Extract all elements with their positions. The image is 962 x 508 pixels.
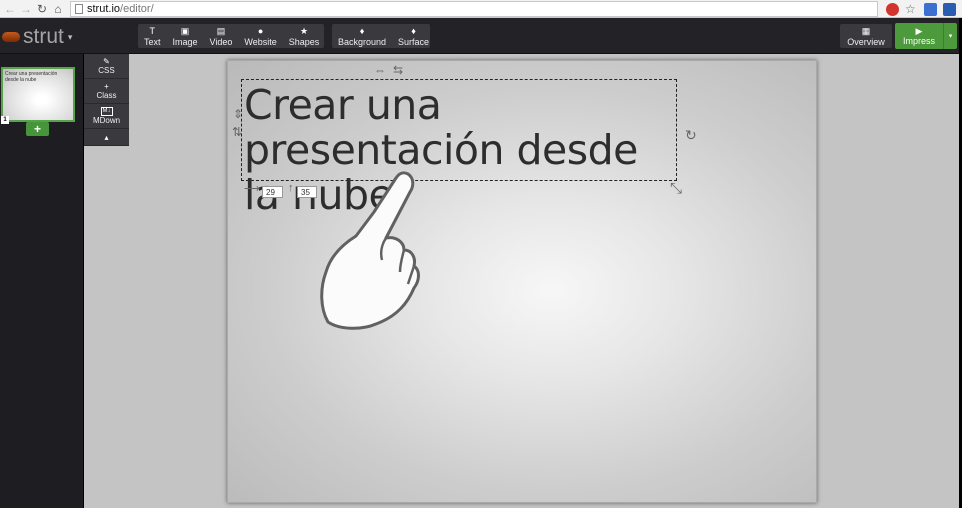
skew-y-icon[interactable]: ⇅	[232, 125, 242, 139]
move-horizontal-icon[interactable]: ⇔	[374, 63, 386, 77]
text-button[interactable]: T Text	[138, 24, 167, 48]
shapes-button[interactable]: ★ Shapes	[283, 24, 326, 48]
chevron-down-icon[interactable]: ▾	[943, 23, 957, 49]
page-icon	[75, 4, 83, 14]
app-header: strut ▾ T Text ▣ Image ▤ Video ● Website…	[0, 18, 962, 54]
impress-label: Impress	[902, 36, 935, 46]
collapse-button[interactable]: ▴	[84, 129, 129, 146]
drop-icon: ♦	[359, 25, 365, 36]
chevron-up-icon: ▴	[104, 132, 109, 142]
forward-icon[interactable]: →	[18, 1, 34, 17]
extension-icons: ☆	[886, 1, 956, 17]
style-toolbar: ♦ Background ♦ Surface	[332, 24, 430, 48]
resize-icon[interactable]: ⤡	[670, 180, 682, 197]
browser-toolbar: ← → ↻ ⌂ strut.io /editor/ ☆	[0, 0, 962, 18]
slide-number: 1	[1, 116, 9, 124]
y-position-field[interactable]: 35	[297, 186, 317, 198]
y-arrow-icon: ↑	[288, 182, 294, 194]
video-label: Video	[209, 36, 233, 47]
side-toolbar: ✎ CSS + Class M↓ MDown ▴	[84, 54, 129, 152]
image-button[interactable]: ▣ Image	[167, 24, 204, 48]
address-bar[interactable]: strut.io /editor/	[70, 1, 878, 17]
play-icon: ▶	[915, 26, 923, 36]
overview-label: Overview	[847, 36, 885, 47]
back-icon[interactable]: ←	[2, 1, 18, 17]
markdown-label: MDown	[92, 116, 121, 125]
website-button[interactable]: ● Website	[238, 24, 282, 48]
background-label: Background	[338, 36, 387, 47]
css-label: CSS	[98, 66, 115, 75]
css-button[interactable]: ✎ CSS	[84, 54, 129, 79]
video-button[interactable]: ▤ Video	[204, 24, 239, 48]
edit-icon: ✎	[103, 57, 110, 66]
text-label: Text	[144, 36, 161, 47]
background-button[interactable]: ♦ Background	[332, 24, 392, 48]
home-icon[interactable]: ⌂	[50, 1, 66, 17]
url-path: /editor/	[120, 3, 154, 15]
slide-well: Crear una presentación desde la nube 1 +	[0, 54, 83, 508]
globe-icon: ●	[257, 25, 264, 36]
video-icon: ▤	[216, 25, 226, 36]
image-label: Image	[172, 36, 198, 47]
drop-icon: ♦	[411, 25, 416, 36]
image-icon: ▣	[180, 25, 190, 36]
website-label: Website	[244, 36, 277, 47]
insert-toolbar: T Text ▣ Image ▤ Video ● Website ★ Shape…	[138, 24, 324, 48]
star-icon[interactable]: ☆	[905, 3, 918, 16]
hand-pointer-icon	[320, 171, 420, 330]
strut-logo[interactable]: strut ▾	[2, 24, 72, 50]
extension-icon[interactable]	[924, 2, 937, 16]
surface-button[interactable]: ♦ Surface	[392, 24, 435, 48]
slide-thumbnail[interactable]: Crear una presentación desde la nube	[1, 67, 75, 122]
move-vertical-icon[interactable]: ⇕	[233, 107, 243, 121]
x-position-field[interactable]: 29	[262, 186, 283, 198]
star-icon: ★	[299, 25, 309, 36]
markdown-icon: M↓	[100, 107, 113, 116]
logo-text: strut	[23, 25, 64, 48]
url-host: strut.io	[87, 3, 121, 15]
impress-main[interactable]: ▶ Impress	[895, 23, 943, 49]
class-label: Class	[96, 91, 117, 100]
plus-icon: +	[104, 82, 109, 91]
strut-logo-icon	[2, 32, 20, 42]
add-slide-button[interactable]: +	[26, 122, 49, 136]
thumbnail-text: Crear una presentación desde la nube	[5, 71, 58, 83]
extension-icon[interactable]	[943, 2, 956, 16]
grid-icon: ▦	[861, 25, 871, 36]
skew-x-icon[interactable]: ⇆	[393, 63, 403, 77]
surface-label: Surface	[398, 36, 430, 47]
rotate-icon[interactable]: ↻	[685, 127, 697, 144]
markdown-button[interactable]: M↓ MDown	[84, 104, 129, 129]
overview-button[interactable]: ▦ Overview	[840, 24, 892, 48]
impress-button[interactable]: ▶ Impress ▾	[895, 23, 957, 49]
class-button[interactable]: + Class	[84, 79, 129, 104]
shapes-label: Shapes	[288, 36, 320, 47]
reload-icon[interactable]: ↻	[34, 1, 50, 17]
text-icon: T	[149, 25, 156, 36]
x-arrow-icon: ⟶	[244, 183, 260, 195]
extension-icon[interactable]	[886, 2, 899, 16]
chevron-down-icon: ▾	[67, 31, 73, 42]
